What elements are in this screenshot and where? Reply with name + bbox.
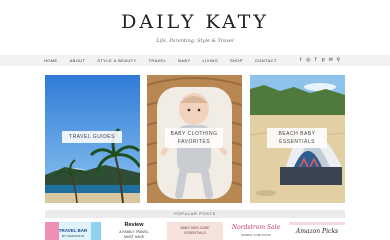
thumb-subtitle: MOMMY & ME PICKS <box>241 233 271 237</box>
feature-label: BABY CLOTHING FAVORITES <box>165 128 223 148</box>
nav-item-contact[interactable]: CONTACT <box>255 58 277 63</box>
nav-menu: HOME ABOUT STYLE & BEAUTY TRAVEL BABY LI… <box>44 55 289 66</box>
nav-item-shop[interactable]: SHOP <box>230 58 243 63</box>
nav-item-living[interactable]: LIVING <box>203 58 219 63</box>
feature-card-beach-baby[interactable]: BEACH BABY ESSENTIALS <box>250 75 345 203</box>
site-tagline: Life, Parenting, Style & Travel <box>156 38 234 44</box>
nav-item-style-beauty[interactable]: STYLE & BEAUTY <box>97 58 136 63</box>
thumb-title: Amazon Picks <box>295 228 339 235</box>
main-nav: HOME ABOUT STYLE & BEAUTY TRAVEL BABY LI… <box>0 55 390 66</box>
social-icons: t ◎ f p ✉ ⚲ <box>297 55 342 66</box>
thumb-title: Nordstrom Sale <box>231 224 281 231</box>
facebook-icon[interactable]: f <box>312 55 320 66</box>
thumb-subtitle: A FAMILY TRAVEL <box>119 230 149 234</box>
popular-posts-title: POPULAR POSTS <box>174 211 216 216</box>
popular-post-thumb[interactable]: Amazon Picks <box>289 222 345 240</box>
popular-post-thumb[interactable]: Review A FAMILY TRAVEL MUST HAVE <box>106 222 162 240</box>
nav-item-travel[interactable]: TRAVEL <box>149 58 167 63</box>
email-icon[interactable]: ✉ <box>327 55 335 66</box>
thumb-title: TRAVEL BAR <box>58 228 88 233</box>
thumb-title: Review <box>124 222 144 228</box>
feature-label: TRAVEL GUIDES <box>62 131 122 143</box>
decor-block <box>289 222 345 225</box>
popular-post-thumb[interactable]: BABY SKIN CARE ESSENTIALS <box>167 222 223 240</box>
popular-posts-header: POPULAR POSTS <box>45 210 345 218</box>
pinterest-icon[interactable]: p <box>320 55 328 66</box>
feature-card-baby-clothing[interactable]: BABY CLOTHING FAVORITES <box>147 75 242 203</box>
site-title[interactable]: DAILY KATY <box>0 10 390 34</box>
popular-post-thumb[interactable]: Nordstrom Sale MOMMY & ME PICKS <box>228 222 284 240</box>
site-header: DAILY KATY Life, Parenting, Style & Trav… <box>0 10 390 45</box>
nav-item-baby[interactable]: BABY <box>178 58 190 63</box>
search-icon[interactable]: ⚲ <box>335 55 343 66</box>
feature-card-travel-guides[interactable]: TRAVEL GUIDES <box>45 75 140 203</box>
nav-item-about[interactable]: ABOUT <box>70 58 86 63</box>
popular-post-thumb[interactable]: TRAVEL BAR BY SAMSONITE <box>45 222 101 240</box>
thumb-subtitle: ESSENTIALS <box>184 231 206 235</box>
popular-posts-list: TRAVEL BAR BY SAMSONITE Review A FAMILY … <box>45 222 345 240</box>
thumb-subtitle: BY SAMSONITE <box>61 234 85 238</box>
instagram-icon[interactable]: ◎ <box>305 55 313 66</box>
nav-item-home[interactable]: HOME <box>44 58 58 63</box>
thumb-title: BABY SKIN CARE <box>180 226 210 230</box>
thumb-subtitle: MUST HAVE <box>123 235 145 239</box>
twitter-icon[interactable]: t <box>297 55 305 66</box>
feature-label: BEACH BABY ESSENTIALS <box>267 128 327 148</box>
